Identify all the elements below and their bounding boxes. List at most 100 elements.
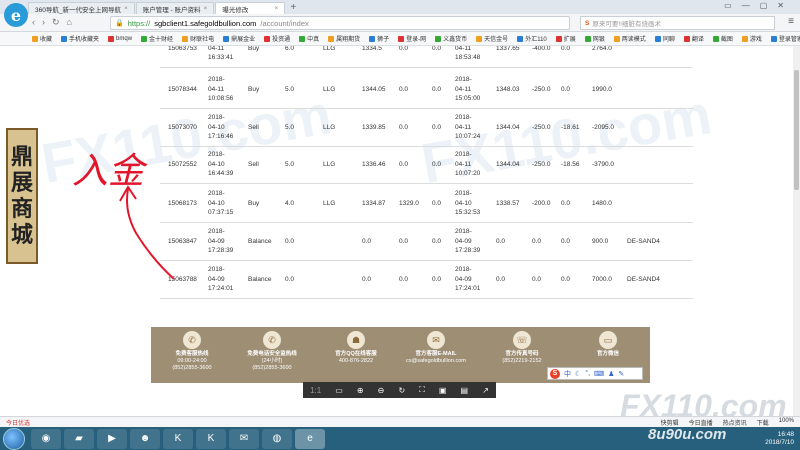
favorite-item[interactable]: 翻译 — [683, 34, 704, 43]
cell-stop-loss: 1329.0 — [399, 200, 419, 207]
table-row: 15072552 2018- 04-10 16:44:39 Sell 5.0 LLG 13… — [160, 146, 693, 184]
cell-open-price: 1334.87 — [362, 200, 386, 207]
menu-icon[interactable]: ≡ — [788, 16, 794, 27]
status-item[interactable]: 下载 — [757, 418, 769, 427]
bookmark-icon[interactable]: ▣ — [439, 386, 447, 395]
nav-buttons: ‹ › ↻ ⌂ — [32, 17, 72, 28]
favorite-icon — [108, 35, 115, 42]
contact-item[interactable]: ☏ 官方传真号码 (852)2219-2152 — [483, 331, 561, 365]
share-icon[interactable]: ↗ — [482, 386, 489, 395]
cell-close-time: 2018- 04-11 15:05:00 — [455, 76, 481, 102]
favorite-item[interactable]: 收藏 — [32, 34, 52, 43]
favorite-item[interactable]: 外汇110 — [517, 34, 547, 43]
browser-tab[interactable]: 账户管理 - 账户资料 × — [135, 2, 215, 14]
wechat-icon[interactable]: ✉ — [229, 428, 259, 449]
favorite-icon — [61, 35, 68, 42]
contact-item[interactable]: ✉ 官方客服E-MAIL cs@safegoldbullion.com — [397, 331, 475, 365]
search-box[interactable]: S 原来可要!!细脏有烧画术 — [580, 16, 775, 30]
cell-swap: 0.0 — [561, 86, 571, 93]
favorite-item[interactable]: 天信金号 — [476, 34, 508, 43]
browser-tab[interactable]: 360导航_新一代安全上网导航 × — [28, 2, 135, 14]
window-controls[interactable]: ▭—▢✕ — [724, 1, 794, 10]
favorite-item[interactable]: 游戏 — [741, 34, 762, 43]
ime-tools-icon[interactable]: ✎ — [618, 370, 624, 378]
media-icon[interactable]: ▶ — [97, 428, 127, 449]
favorite-item[interactable]: 狮子 — [369, 34, 389, 43]
favorite-item[interactable]: 义鑫货币 — [435, 34, 467, 43]
close-icon[interactable]: × — [124, 5, 128, 12]
table-row: 15063753 2018- 04-11 16:33:41 Buy 6.0 LLG 133… — [160, 46, 693, 68]
url-field[interactable]: 🔒 https://sgbclient1.safegoldbullion.com… — [110, 16, 570, 30]
phone-icon: ✆ — [263, 331, 281, 349]
favorite-icon — [584, 35, 591, 42]
chrome-icon[interactable]: ◉ — [31, 428, 61, 449]
ime-moon-icon[interactable]: ☾ — [575, 370, 581, 378]
favorite-item[interactable]: 财联社电 — [182, 34, 214, 43]
favorite-item[interactable]: 同聊 — [654, 34, 675, 43]
delete-icon[interactable]: ▤ — [461, 386, 469, 395]
forward-icon[interactable]: › — [42, 17, 45, 28]
reload-icon[interactable]: ↻ — [52, 17, 60, 28]
k-icon[interactable]: K — [163, 428, 193, 449]
cell-symbol: LLG — [323, 200, 336, 207]
browser-logo[interactable]: e — [4, 3, 28, 27]
back-icon[interactable]: ‹ — [32, 17, 35, 28]
shop-banner[interactable]: 鼎 展 商 城 — [6, 128, 38, 264]
close-icon[interactable]: × — [204, 5, 208, 12]
contact-detail: cs@safegoldbullion.com — [406, 358, 466, 364]
favorite-item[interactable]: 投资通 — [264, 34, 290, 43]
contact-item[interactable]: ✆ 免费客服热线 09:00-24:00 (852)2855-3600 — [153, 331, 231, 372]
new-tab-button[interactable]: + — [290, 2, 296, 14]
penguin-icon[interactable]: ☻ — [130, 428, 160, 449]
contact-item[interactable]: ✆ 免费电话安全监热线 (24小时) (852)2855-3600 — [233, 331, 311, 372]
favorite-item[interactable]: 中真 — [299, 34, 319, 43]
start-button[interactable] — [3, 427, 25, 450]
fax-icon: ☏ — [513, 331, 531, 349]
green-icon[interactable]: ◍ — [262, 428, 292, 449]
home-icon[interactable]: ⌂ — [67, 17, 72, 28]
scrollbar-thumb[interactable] — [794, 70, 799, 190]
favorite-item[interactable]: 手机收藏夹 — [61, 34, 99, 43]
ime-mode-icon[interactable]: 中 — [564, 369, 571, 379]
cell-commission: 0.0 — [532, 238, 542, 245]
favorite-item[interactable]: 网银 — [584, 34, 605, 43]
zoom-out-icon[interactable]: ⊖ — [378, 386, 385, 395]
cell-commission: -250.0 — [532, 124, 551, 131]
zoom-in-icon[interactable]: ⊕ — [357, 386, 364, 395]
cell-symbol: LLG — [323, 161, 336, 168]
cell-symbol: LLG — [323, 46, 336, 52]
favorite-item[interactable]: 截图 — [712, 34, 733, 43]
favorite-icon — [299, 35, 306, 42]
fx110-logo: FX110.com — [620, 388, 787, 416]
favorite-item[interactable]: 属翔期货 — [328, 34, 360, 43]
crop-icon[interactable]: ⛶ — [419, 385, 425, 395]
contact-item[interactable]: ☗ 官方QQ在线客服 400-876-2822 — [317, 331, 395, 365]
fit-icon[interactable]: ▭ — [335, 386, 343, 395]
favorite-item[interactable]: 鼎展金业 — [223, 34, 255, 43]
ie-icon[interactable]: e — [295, 428, 325, 449]
favorite-item[interactable]: 两读模式 — [613, 34, 646, 43]
ime-punct-icon[interactable]: °, — [585, 370, 590, 377]
favorite-item[interactable]: bmqw — [108, 35, 132, 42]
ime-toolbar[interactable]: S 中 ☾ °, ⌨ ♟ ✎ — [547, 367, 643, 380]
rotate-icon[interactable]: ↻ — [398, 386, 405, 395]
cell-stop-loss: 0.0 — [399, 276, 409, 283]
ime-keyboard-icon[interactable]: ⌨ — [594, 370, 604, 378]
favorite-item[interactable]: 登录-网 — [398, 34, 426, 43]
cell-swap: 0.0 — [561, 238, 571, 245]
zoom-ratio[interactable]: 1:1 — [310, 386, 321, 395]
url-path: /account/index — [260, 18, 309, 28]
status-item[interactable]: 100% — [779, 418, 794, 427]
favorite-item[interactable]: 金十财经 — [141, 34, 173, 43]
ime-skin-icon[interactable]: ♟ — [608, 370, 614, 378]
close-icon[interactable]: × — [275, 5, 279, 12]
status-left[interactable]: 今日优选 — [0, 418, 30, 427]
folder-icon[interactable]: ▰ — [64, 428, 94, 449]
favorite-item[interactable]: 登录管家 — [770, 34, 800, 43]
k2-icon[interactable]: K — [196, 428, 226, 449]
browser-tab-active[interactable]: 曝光修改 × — [215, 2, 286, 14]
favorite-icon — [328, 35, 335, 42]
contact-item[interactable]: ▭ 官方微信 — [569, 331, 647, 358]
favorite-item[interactable]: 扩展 — [555, 34, 576, 43]
favorite-label: 收藏 — [40, 37, 53, 43]
